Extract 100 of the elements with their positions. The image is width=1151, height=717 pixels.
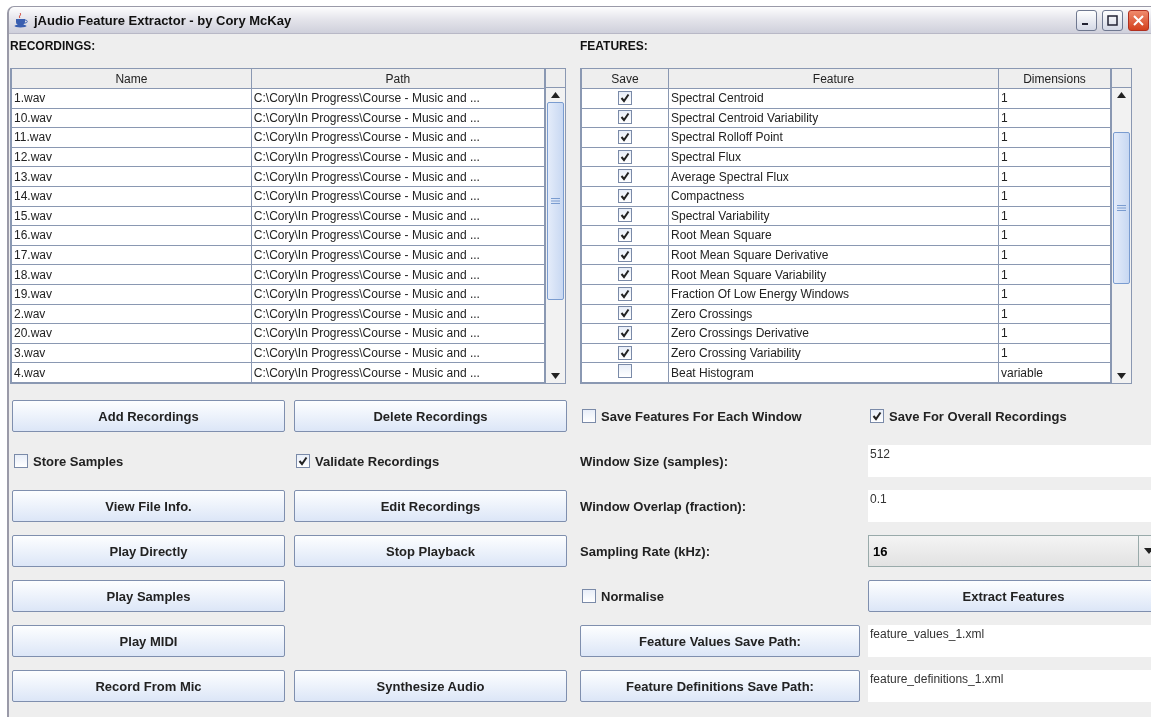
column-header[interactable]: Dimensions [998,69,1111,89]
table-cell: 12.wav [11,147,252,167]
table-cell: Zero Crossings [668,304,999,324]
action-button[interactable]: Play MIDI [12,625,285,657]
window-title: jAudio Feature Extractor - by Cory McKay [34,12,293,28]
input-field[interactable]: feature_values_1.xml [868,625,1151,657]
table-cell: 1 [998,304,1111,324]
table-cell: Spectral Rolloff Point [668,127,999,148]
table-cell: 1 [998,245,1111,265]
scrollbar-thumb[interactable] [547,102,564,300]
table-cell: 1.wav [11,88,252,109]
table-cell: 1 [998,264,1111,285]
checkbox[interactable] [618,188,632,203]
checkbox[interactable] [14,454,28,468]
action-button[interactable]: Record From Mic [12,670,285,702]
field-label: Window Overlap (fraction): [580,497,747,516]
coffee-cup-icon [13,12,29,28]
table-cell: C:\Cory\In Progress\Course - Music and ... [251,264,545,285]
checkmark-icon [620,210,630,221]
table-cell: Root Mean Square Derivative [668,245,999,265]
column-header[interactable]: Path [251,69,545,89]
action-button[interactable]: Play Samples [12,580,285,612]
checkbox[interactable] [618,345,632,360]
column-header[interactable]: Save [581,69,669,89]
action-button[interactable]: Edit Recordings [294,490,567,522]
checkbox[interactable] [618,110,632,125]
checkbox[interactable] [582,589,596,603]
action-button[interactable]: Stop Playback [294,535,567,567]
table-cell: Spectral Centroid Variability [668,108,999,128]
checkmark-icon [620,347,630,358]
action-button[interactable]: Add Recordings [12,400,285,432]
table-cell: 1 [998,127,1111,148]
action-button[interactable]: Feature Values Save Path: [580,625,860,657]
input-field[interactable]: feature_definitions_1.xml [868,670,1151,702]
table-cell: C:\Cory\In Progress\Course - Music and ... [251,166,545,187]
table-cell: Average Spectral Flux [668,166,999,187]
table-cell: Zero Crossings Derivative [668,323,999,344]
checkbox[interactable] [296,454,310,468]
table-cell: 3.wav [11,343,252,363]
table-cell: 1 [998,206,1111,226]
checkmark-icon [620,132,630,142]
down-arrow-icon[interactable] [1117,373,1126,379]
checkmark-icon [620,190,630,201]
scrollbar[interactable] [545,69,565,383]
action-button[interactable]: Extract Features [868,580,1151,612]
column-header[interactable]: Feature [668,69,999,89]
table-cell: 2.wav [11,304,252,324]
table-cell: Root Mean Square Variability [668,264,999,285]
checkmark-icon [620,112,630,123]
checkmark-icon [620,151,630,162]
checkbox[interactable] [618,247,632,262]
table-cell: 18.wav [11,264,252,285]
up-arrow-icon[interactable] [1117,92,1126,98]
scrollbar[interactable] [1111,69,1131,383]
table-cell: C:\Cory\In Progress\Course - Music and ... [251,147,545,167]
action-button[interactable]: Delete Recordings [294,400,567,432]
checkbox[interactable] [618,267,632,282]
close-button[interactable] [1128,9,1149,31]
checkbox[interactable] [582,409,596,423]
table-cell: 1 [998,284,1111,305]
action-button[interactable]: Feature Definitions Save Path: [580,670,860,702]
table-cell: 1 [998,343,1111,363]
up-arrow-icon[interactable] [551,92,560,98]
checkmark-icon [620,327,630,338]
checkbox[interactable] [618,169,632,184]
checkbox[interactable] [618,130,632,144]
checkbox-label: Store Samples [33,453,124,469]
checkmark-icon [620,288,630,299]
minimize-button[interactable] [1076,9,1097,31]
checkbox[interactable] [618,149,632,164]
grip-icon [1117,205,1126,211]
table-cell: C:\Cory\In Progress\Course - Music and ... [251,284,545,305]
caret-icon [1143,548,1151,554]
checkbox[interactable] [618,90,632,105]
input-field[interactable]: 0.1 [868,490,1151,522]
checkmark-icon [620,171,630,182]
action-button[interactable]: Synthesize Audio [294,670,567,702]
scrollbar-thumb[interactable] [1113,132,1130,284]
checkbox[interactable] [618,306,632,321]
checkbox[interactable] [618,208,632,223]
checkbox[interactable] [618,227,632,242]
down-arrow-icon[interactable] [551,373,560,379]
table-cell: C:\Cory\In Progress\Course - Music and ... [251,323,545,344]
input-field[interactable]: 512 [868,445,1151,477]
checkbox[interactable] [870,409,884,423]
checkmark-icon [620,229,630,240]
table-cell: 1 [998,88,1111,109]
column-header[interactable]: Name [11,69,252,89]
action-button[interactable]: View File Info. [12,490,285,522]
checkbox[interactable] [618,286,632,301]
maximize-button[interactable] [1102,9,1123,31]
checkbox-label: Normalise [601,588,664,604]
table-cell: 13.wav [11,166,252,187]
action-button[interactable]: Play Directly [12,535,285,567]
dropdown[interactable]: 16 [868,535,1151,567]
table-cell: C:\Cory\In Progress\Course - Music and ... [251,225,545,246]
table-cell: 1 [998,166,1111,187]
checkbox[interactable] [618,325,632,340]
checkbox[interactable] [618,364,632,379]
table-cell: 17.wav [11,245,252,265]
